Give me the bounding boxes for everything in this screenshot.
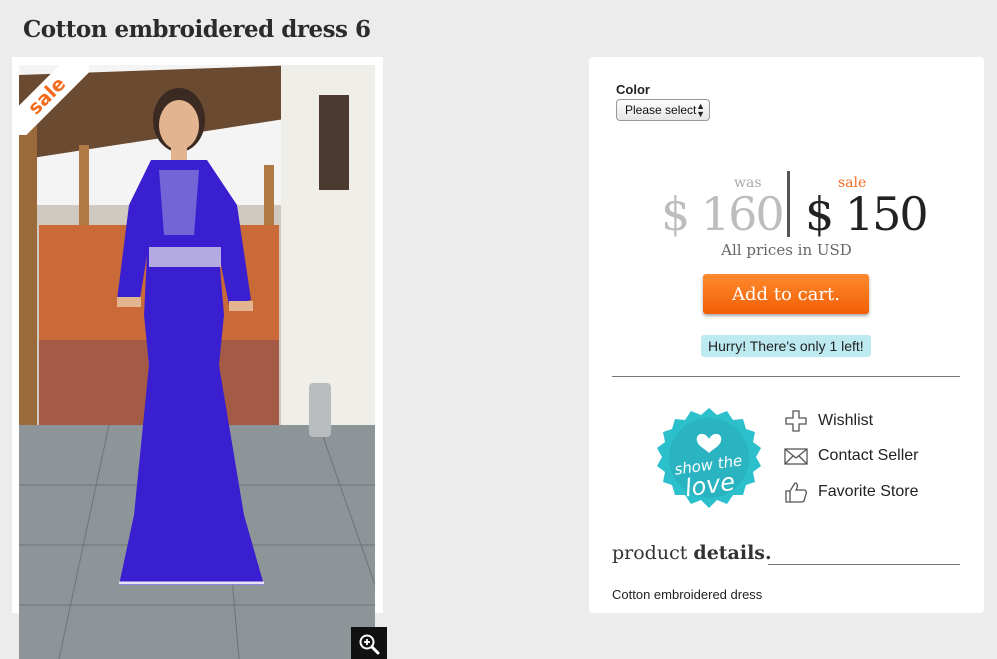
favorite-store-label: Favorite Store: [818, 483, 919, 500]
product-details-heading: product details.: [612, 542, 772, 564]
price-divider: [787, 171, 790, 237]
page-title: Cotton embroidered dress 6: [23, 16, 371, 43]
title-bar: Cotton embroidered dress 6: [0, 0, 997, 55]
color-label: Color: [616, 82, 650, 97]
zoom-button[interactable]: [351, 627, 387, 659]
product-purchase-panel: Color Please select ▲ ▼ was $ 160 sale $ …: [589, 57, 984, 613]
product-description: Cotton embroidered dress: [612, 587, 763, 602]
color-select-value: Please select: [625, 103, 697, 117]
add-to-cart-button[interactable]: Add to cart.: [703, 274, 869, 314]
sale-price: $ 150: [805, 187, 929, 241]
old-price: $ 160: [661, 187, 785, 241]
contact-seller-action[interactable]: Contact Seller: [784, 444, 919, 468]
details-heading-bold: details.: [693, 542, 772, 564]
envelope-icon: [784, 448, 808, 465]
currency-note: All prices in USD: [721, 241, 852, 259]
product-image-card: sale: [12, 57, 387, 659]
product-photo[interactable]: sale: [19, 65, 375, 659]
thumbs-up-icon: [785, 482, 808, 503]
section-divider: [612, 376, 960, 377]
select-arrows-icon: ▲ ▼: [696, 101, 705, 119]
sale-ribbon-label: sale: [23, 72, 71, 120]
stock-notice: Hurry! There's only 1 left!: [701, 335, 871, 357]
color-select[interactable]: Please select ▲ ▼: [616, 99, 710, 121]
details-divider: [768, 564, 960, 565]
contact-seller-label: Contact Seller: [818, 447, 919, 464]
details-heading-light: product: [612, 542, 694, 564]
wishlist-action[interactable]: Wishlist: [784, 409, 873, 433]
sale-ribbon: sale: [19, 65, 89, 135]
magnifier-plus-icon: [359, 634, 380, 655]
favorite-store-action[interactable]: Favorite Store: [784, 480, 918, 504]
plus-icon: [785, 410, 807, 432]
wishlist-label: Wishlist: [818, 412, 874, 429]
product-photo-illustration: [19, 65, 375, 659]
show-the-love-badge[interactable]: show the love: [655, 406, 763, 514]
